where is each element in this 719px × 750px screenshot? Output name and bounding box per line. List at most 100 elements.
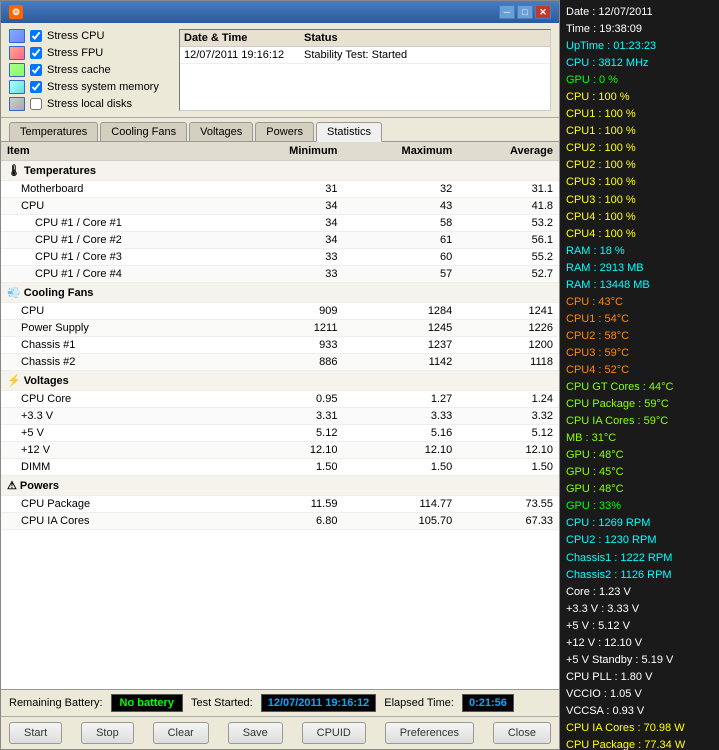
disk-icon [9, 97, 25, 111]
cpu-icon [9, 29, 25, 43]
stress-cache-checkbox[interactable] [30, 64, 42, 76]
rp-entry: CPU : 100 % [566, 89, 713, 106]
cell-min: 34 [233, 232, 343, 249]
tab-voltages[interactable]: Voltages [189, 122, 253, 141]
cell-item: +12 V [1, 442, 233, 459]
rp-entry: CPU3 : 59°C [566, 345, 713, 362]
rp-entry: CPU1 : 54°C [566, 311, 713, 328]
preferences-button[interactable]: Preferences [385, 722, 474, 744]
rp-entry: CPU2 : 1230 RPM [566, 532, 713, 549]
cell-max: 3.33 [343, 408, 458, 425]
table-row: CPU #1 / Core #3336055.2 [1, 249, 559, 266]
rp-entry: RAM : 2913 MB [566, 260, 713, 277]
restore-button[interactable]: □ [517, 5, 533, 19]
cell-avg: 31.1 [458, 181, 559, 198]
minimize-button[interactable]: ─ [499, 5, 515, 19]
table-row: CPU #1 / Core #4335752.7 [1, 266, 559, 283]
title-bar: ⚙ ─ □ ✕ [1, 1, 559, 23]
table-row: CPU Core0.951.271.24 [1, 391, 559, 408]
log-row: 12/07/2011 19:16:12 Stability Test: Star… [180, 47, 550, 64]
stress-cache-row: Stress cache [9, 63, 169, 77]
stress-cpu-checkbox[interactable] [30, 30, 42, 42]
tab-statistics[interactable]: Statistics [316, 122, 382, 142]
status-bar: Remaining Battery: No battery Test Start… [1, 689, 559, 716]
rp-entry: GPU : 48°C [566, 447, 713, 464]
cell-max: 58 [343, 215, 458, 232]
stop-button[interactable]: Stop [81, 722, 134, 744]
rp-entry: CPU : 43°C [566, 294, 713, 311]
cell-item: Chassis #2 [1, 354, 233, 371]
cell-min: 0.95 [233, 391, 343, 408]
section-header-temperatures: 🌡 Temperatures [1, 161, 559, 181]
cell-item: CPU Package [1, 496, 233, 513]
stats-container[interactable]: Item Minimum Maximum Average 🌡 Temperatu… [1, 142, 559, 689]
cell-min: 12.10 [233, 442, 343, 459]
cell-item: DIMM [1, 459, 233, 476]
stress-fpu-checkbox[interactable] [30, 47, 42, 59]
start-button[interactable]: Start [9, 722, 62, 744]
table-row: CPU344341.8 [1, 198, 559, 215]
cell-item: Chassis #1 [1, 337, 233, 354]
section-header-voltages: ⚡ Voltages [1, 371, 559, 391]
cell-min: 909 [233, 303, 343, 320]
cell-min: 933 [233, 337, 343, 354]
cell-item: CPU #1 / Core #2 [1, 232, 233, 249]
tab-cooling-fans[interactable]: Cooling Fans [100, 122, 187, 141]
stress-fpu-label: Stress FPU [47, 47, 103, 59]
rp-entry: Core : 1.23 V [566, 584, 713, 601]
rp-entry: CPU IA Cores : 70.98 W [566, 720, 713, 737]
cell-min: 31 [233, 181, 343, 198]
cell-max: 32 [343, 181, 458, 198]
section-header-powers: ⚠ Powers [1, 476, 559, 496]
rp-entry: MB : 31°C [566, 430, 713, 447]
cpuid-button[interactable]: CPUID [302, 722, 366, 744]
rp-entry: CPU GT Cores : 44°C [566, 379, 713, 396]
rp-entry: CPU Package : 77.34 W [566, 737, 713, 750]
cell-max: 105.70 [343, 513, 458, 530]
cell-item: CPU #1 / Core #4 [1, 266, 233, 283]
rp-entry: Chassis2 : 1126 RPM [566, 567, 713, 584]
tab-powers[interactable]: Powers [255, 122, 314, 141]
cell-avg: 1200 [458, 337, 559, 354]
elapsed-label: Elapsed Time: [384, 697, 454, 709]
stress-disk-checkbox[interactable] [30, 98, 42, 110]
cell-min: 33 [233, 266, 343, 283]
cell-item: CPU IA Cores [1, 513, 233, 530]
table-row: DIMM1.501.501.50 [1, 459, 559, 476]
rp-entry: Chassis1 : 1222 RPM [566, 550, 713, 567]
log-status: Stability Test: Started [304, 49, 407, 61]
table-row: CPU90912841241 [1, 303, 559, 320]
close-button[interactable]: Close [493, 722, 551, 744]
cell-avg: 3.32 [458, 408, 559, 425]
col-min: Minimum [233, 142, 343, 161]
table-row: CPU Package11.59114.7773.55 [1, 496, 559, 513]
save-button[interactable]: Save [228, 722, 283, 744]
close-window-button[interactable]: ✕ [535, 5, 551, 19]
rp-entry: +12 V : 12.10 V [566, 635, 713, 652]
cell-min: 5.12 [233, 425, 343, 442]
stress-mem-checkbox[interactable] [30, 81, 42, 93]
cache-icon [9, 63, 25, 77]
rp-uptime: UpTime : 01:23:23 [566, 38, 713, 55]
cell-min: 1.50 [233, 459, 343, 476]
cell-avg: 12.10 [458, 442, 559, 459]
tab-temperatures[interactable]: Temperatures [9, 122, 98, 141]
main-window: ⚙ ─ □ ✕ Stress CPU Stress FPU St [0, 0, 560, 750]
clear-button[interactable]: Clear [153, 722, 209, 744]
stress-checkboxes: Stress CPU Stress FPU Stress cache Stres… [9, 29, 169, 111]
cell-min: 886 [233, 354, 343, 371]
cell-avg: 1.24 [458, 391, 559, 408]
app-icon: ⚙ [9, 5, 23, 19]
col-max: Maximum [343, 142, 458, 161]
log-header-datetime: Date & Time [184, 32, 304, 44]
cell-item: +3.3 V [1, 408, 233, 425]
rp-entry: CPU2 : 100 % [566, 140, 713, 157]
cell-max: 1284 [343, 303, 458, 320]
title-bar-left: ⚙ [9, 5, 29, 19]
rp-entry: CPU2 : 100 % [566, 157, 713, 174]
right-panel-entries: CPU : 3812 MHzGPU : 0 %CPU : 100 %CPU1 :… [566, 55, 713, 750]
rp-entry: CPU : 3812 MHz [566, 55, 713, 72]
table-row: +12 V12.1012.1012.10 [1, 442, 559, 459]
cell-avg: 67.33 [458, 513, 559, 530]
cell-avg: 41.8 [458, 198, 559, 215]
